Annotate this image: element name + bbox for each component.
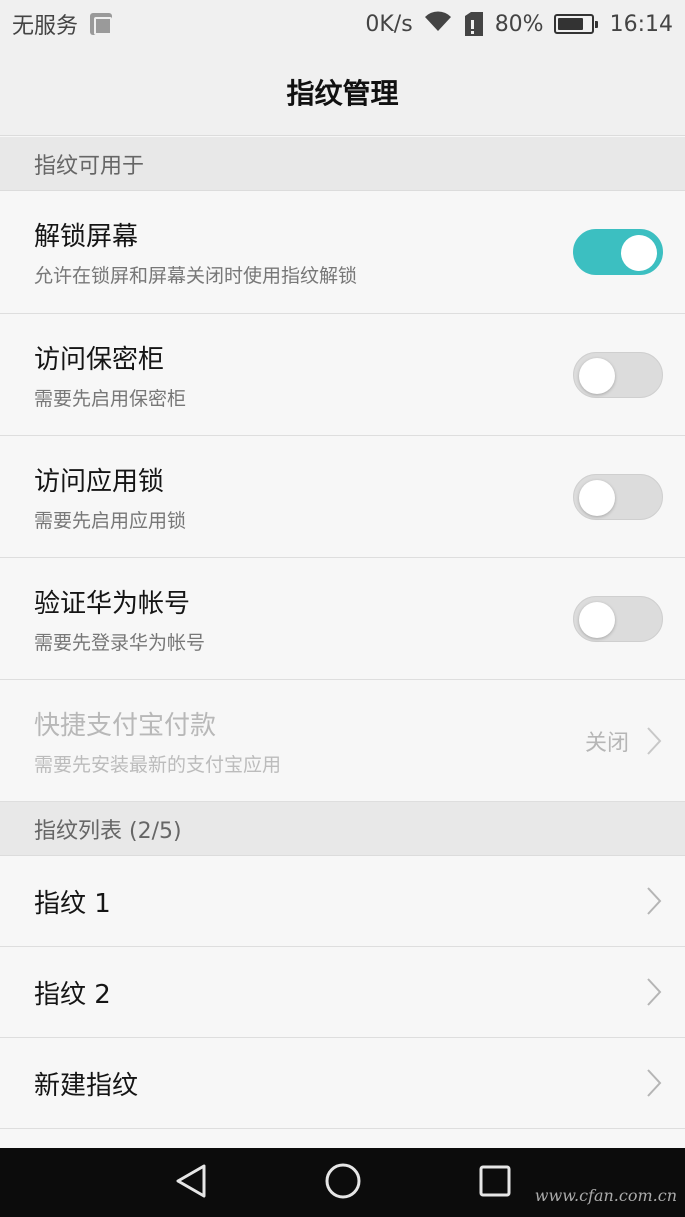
new-fingerprint-title: 新建指纹 <box>34 1070 139 1101</box>
setting-subtitle: 需要先启用应用锁 <box>34 509 187 532</box>
toggle-knob <box>621 235 657 271</box>
battery-icon <box>553 14 598 34</box>
setting-title: 解锁屏幕 <box>34 222 139 252</box>
chevron-right-icon <box>645 976 663 1008</box>
status-bar: 无服务 0K/s 80% 16:14 <box>0 0 685 48</box>
setting-subtitle: 需要先启用保密柜 <box>34 387 187 410</box>
battery-percent: 80% <box>494 11 544 37</box>
toggle-knob <box>579 601 615 638</box>
app-lock-toggle[interactable] <box>573 473 663 520</box>
setting-row-unlock-screen[interactable]: 解锁屏幕 允许在锁屏和屏幕关闭时使用指纹解锁 <box>0 191 685 314</box>
toggle-knob <box>579 479 615 516</box>
watermark: www.cfan.com.cn <box>534 1186 677 1205</box>
section-header-usage: 指纹可用于 <box>0 137 685 191</box>
fingerprint-title: 指纹 2 <box>34 979 111 1010</box>
setting-row-huawei-account[interactable]: 验证华为帐号 需要先登录华为帐号 <box>0 558 685 680</box>
setting-title: 快捷支付宝付款 <box>34 710 217 741</box>
section-header-label: 指纹列表 (2/5) <box>34 818 182 844</box>
setting-title: 验证华为帐号 <box>34 588 191 619</box>
navigation-bar: www.cfan.com.cn <box>0 1148 685 1217</box>
screen: 无服务 0K/s 80% 16:14 指纹管理 指纹可用于 解锁屏幕 允许在锁屏… <box>0 0 685 1217</box>
fingerprint-row-1[interactable]: 指纹 1 <box>0 856 685 947</box>
home-icon <box>324 1162 362 1204</box>
setting-subtitle: 允许在锁屏和屏幕关闭时使用指纹解锁 <box>34 265 358 287</box>
unlock-screen-toggle[interactable] <box>573 229 663 275</box>
network-speed: 0K/s <box>365 11 413 37</box>
section-header-fingerprint-list: 指纹列表 (2/5) <box>0 802 685 856</box>
back-button[interactable] <box>115 1148 267 1217</box>
setting-subtitle: 需要先安装最新的支付宝应用 <box>34 753 282 776</box>
alipay-status-value: 关闭 <box>584 730 629 756</box>
toggle-knob <box>579 357 615 394</box>
fingerprint-title: 指纹 1 <box>34 888 111 919</box>
wifi-icon <box>423 9 453 39</box>
back-icon <box>174 1163 208 1203</box>
clock: 16:14 <box>609 11 673 37</box>
home-button[interactable] <box>267 1148 419 1217</box>
title-bar: 指纹管理 <box>0 48 685 136</box>
recents-icon <box>478 1164 512 1202</box>
sim-card-icon <box>463 12 485 36</box>
setting-subtitle: 需要先登录华为帐号 <box>34 631 206 654</box>
page-title: 指纹管理 <box>286 76 399 110</box>
recents-button[interactable] <box>419 1148 571 1217</box>
image-notification-icon <box>90 13 113 35</box>
carrier-label: 无服务 <box>12 14 79 39</box>
setting-title: 访问应用锁 <box>34 466 165 497</box>
chevron-right-icon <box>645 885 663 917</box>
access-safe-toggle[interactable] <box>573 351 663 398</box>
chevron-right-icon <box>645 725 663 757</box>
section-header-label: 指纹可用于 <box>34 153 145 179</box>
setting-row-alipay[interactable]: 快捷支付宝付款 需要先安装最新的支付宝应用 关闭 <box>0 680 685 802</box>
fingerprint-row-2[interactable]: 指纹 2 <box>0 947 685 1038</box>
setting-row-app-lock[interactable]: 访问应用锁 需要先启用应用锁 <box>0 436 685 558</box>
setting-title: 访问保密柜 <box>34 344 165 375</box>
new-fingerprint-row[interactable]: 新建指纹 <box>0 1038 685 1129</box>
huawei-account-toggle[interactable] <box>573 595 663 642</box>
chevron-right-icon <box>645 1067 663 1099</box>
setting-row-access-safe[interactable]: 访问保密柜 需要先启用保密柜 <box>0 314 685 436</box>
